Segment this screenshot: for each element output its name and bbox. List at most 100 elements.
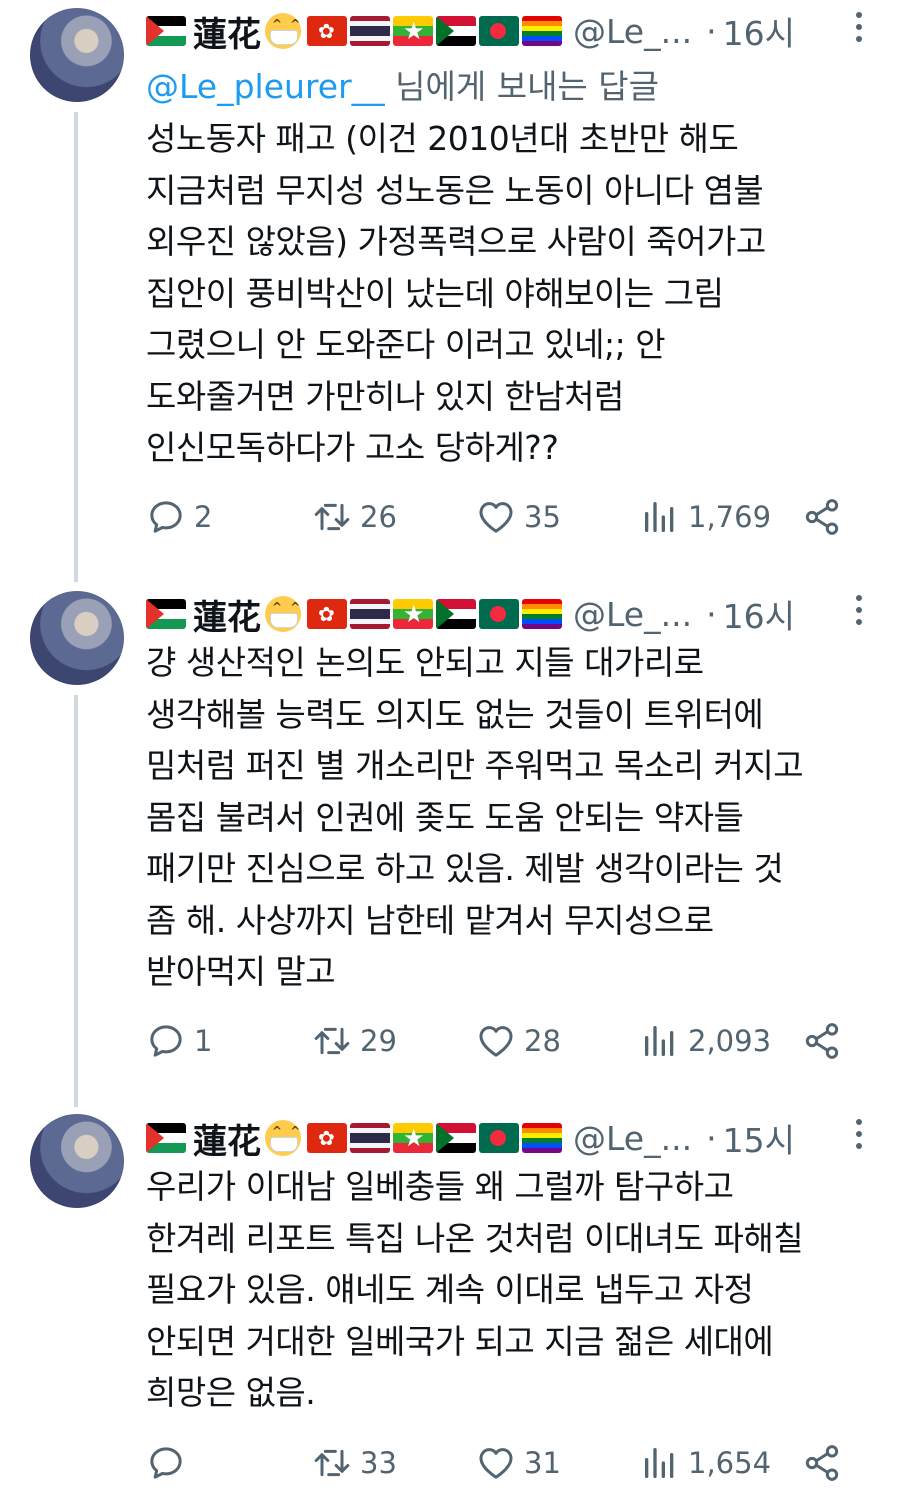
separator-dot: · (706, 594, 717, 634)
timestamp[interactable]: 15시 (723, 1114, 795, 1162)
like-icon (479, 1026, 513, 1057)
myanmar-flag-icon (393, 1123, 433, 1153)
tweet-text-line: 좀 해. 사상까지 남한테 맡겨서 무지성으로 (146, 900, 714, 940)
tweet[interactable]: 蓮花 @Le_... · 15시 우리가 이대남 일베충들 왜 그럴까 탐구하고… (0, 1108, 900, 1511)
tweet-header: 蓮花 @Le_... · 15시 (146, 1114, 880, 1163)
bangladesh-flag-icon (479, 16, 519, 46)
palestine-flag-icon (146, 16, 186, 46)
tweet[interactable]: 蓮花 @Le_... · 16시 @Le_pleurer__ 님에게 보내는 답… (0, 0, 900, 582)
share-button[interactable] (802, 1438, 848, 1488)
mask-face-icon (265, 13, 302, 49)
tweet-text: 우리가 이대남 일베충들 왜 그럴까 탐구하고 한겨레 리포트 특집 나온 것처… (146, 1161, 871, 1419)
views-icon (645, 1026, 674, 1056)
reply-to-label: 님에게 보내는 답글 (384, 67, 660, 106)
tweet-text-line: 우리가 이대남 일베충들 왜 그럴까 탐구하고 (146, 1167, 734, 1206)
bangladesh-flag-icon (479, 1123, 519, 1153)
reply-button[interactable]: 1 (146, 1016, 212, 1066)
share-button[interactable] (802, 492, 848, 542)
like-count: 28 (524, 1024, 561, 1058)
views-count: 1,654 (688, 1446, 772, 1480)
thailand-flag-icon (350, 1123, 390, 1153)
palestine-flag-icon (146, 599, 186, 629)
views-button[interactable]: 2,093 (640, 1016, 771, 1066)
views-button[interactable]: 1,654 (640, 1438, 771, 1488)
rainbow-flag-icon (522, 16, 562, 46)
retweet-button[interactable]: 29 (312, 1016, 397, 1066)
share-button[interactable] (802, 1016, 848, 1066)
avatar[interactable] (30, 591, 124, 685)
views-count: 2,093 (688, 1024, 772, 1058)
tweet-text: 걍 생산적인 논의도 안되고 지들 대가리로 생각해볼 능력도 의지도 없는 것… (146, 637, 871, 998)
share-icon (805, 1445, 839, 1481)
like-icon (479, 502, 513, 533)
like-icon (479, 1448, 513, 1479)
action-bar: 2 26 35 1,769 (146, 492, 866, 542)
tweet-text-line: 생각해볼 능력도 의지도 없는 것들이 트위터에 (146, 694, 764, 734)
tweet-text-line: 그렸으니 안 도와준다 이러고 있네;; 안 (146, 325, 666, 364)
retweet-icon (314, 1027, 350, 1055)
timestamp[interactable]: 16시 (723, 7, 795, 55)
reply-button[interactable]: 2 (146, 492, 212, 542)
retweet-button[interactable]: 33 (312, 1438, 397, 1488)
bangladesh-flag-icon (479, 599, 519, 629)
rainbow-flag-icon (522, 599, 562, 629)
timestamp[interactable]: 16시 (723, 590, 795, 638)
tweet-text-line: 도와줄거면 가만히나 있지 한남처럼 (146, 376, 624, 416)
avatar[interactable] (30, 8, 124, 102)
retweet-count: 33 (360, 1446, 397, 1480)
tweet[interactable]: 蓮花 @Le_... · 16시 걍 생산적인 논의도 안되고 지들 대가리로 … (0, 585, 900, 1107)
share-icon (805, 499, 839, 535)
separator-dot: · (706, 1118, 717, 1158)
views-icon (645, 502, 674, 532)
like-button[interactable]: 28 (476, 1016, 561, 1066)
display-name[interactable]: 蓮花 (193, 7, 261, 56)
tweet-text-line: 받아먹지 말고 (146, 952, 336, 991)
user-handle[interactable]: @Le_... (573, 12, 692, 51)
tweet-text-line: 걍 생산적인 논의도 안되고 지들 대가리로 (146, 643, 704, 682)
tweet-text-line: 패기만 진심으로 하고 있음. 제발 생각이라는 것 (146, 849, 784, 888)
display-name[interactable]: 蓮花 (193, 1114, 261, 1163)
reply-icon (150, 501, 182, 533)
user-handle[interactable]: @Le_... (573, 1119, 692, 1158)
share-icon (805, 1023, 839, 1059)
like-count: 35 (524, 500, 561, 534)
tweet-header: 蓮花 @Le_... · 16시 (146, 7, 880, 56)
like-button[interactable]: 35 (476, 492, 561, 542)
palestine-flag-icon (146, 1123, 186, 1153)
reply-icon (150, 1025, 182, 1057)
reply-button[interactable] (146, 1438, 194, 1488)
reply-count: 2 (194, 500, 213, 534)
tweet-text-line: 필요가 있음. 얘네도 계속 이대로 냅두고 자정 (146, 1270, 754, 1309)
tweet-text-line: 지금처럼 무지성 성노동은 노동이 아니다 염불 (146, 170, 764, 210)
hong-kong-flag-icon (307, 1123, 347, 1153)
retweet-count: 26 (360, 500, 397, 534)
hong-kong-flag-icon (307, 599, 347, 629)
tweet-text-line: 집안이 풍비박산이 났는데 야해보이는 그림 (146, 273, 724, 313)
action-bar: 1 29 28 2,093 (146, 1016, 866, 1066)
sudan-flag-icon (436, 16, 476, 46)
tweet-text-line: 몸집 불려서 인권에 좆도 도움 안되는 약자들 (146, 797, 744, 837)
display-name[interactable]: 蓮花 (193, 590, 261, 639)
user-handle[interactable]: @Le_... (573, 595, 692, 634)
retweet-icon (314, 503, 350, 531)
views-count: 1,769 (688, 500, 772, 534)
tweet-text-line: 안되면 거대한 일베국가 되고 지금 젊은 세대에 (146, 1321, 774, 1361)
reply-icon (150, 1447, 182, 1479)
more-icon[interactable] (856, 595, 862, 625)
more-icon[interactable] (856, 1119, 862, 1149)
mask-face-icon (265, 1120, 302, 1156)
more-icon[interactable] (856, 12, 862, 42)
avatar[interactable] (30, 1114, 124, 1208)
action-bar: 33 31 1,654 (146, 1438, 866, 1488)
views-button[interactable]: 1,769 (640, 492, 771, 542)
myanmar-flag-icon (393, 599, 433, 629)
tweet-text-line: 밈처럼 퍼진 별 개소리만 주워먹고 목소리 커지고 (146, 746, 804, 785)
mention-link[interactable]: @Le_pleurer__ (146, 67, 385, 106)
reply-to-line: @Le_pleurer__ 님에게 보내는 답글 (146, 60, 659, 108)
mask-face-icon (265, 596, 302, 632)
like-button[interactable]: 31 (476, 1438, 561, 1488)
retweet-icon (314, 1449, 350, 1477)
retweet-button[interactable]: 26 (312, 492, 397, 542)
like-count: 31 (524, 1446, 561, 1480)
thailand-flag-icon (350, 599, 390, 629)
